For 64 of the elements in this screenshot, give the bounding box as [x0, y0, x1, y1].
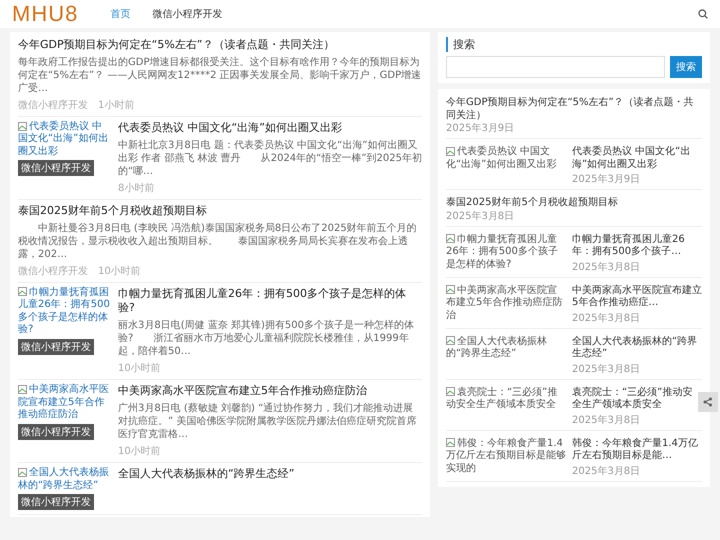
broken-image-icon [18, 287, 27, 296]
article-time: 8小时前 [118, 182, 154, 195]
broken-image-icon [446, 285, 455, 294]
image-alt-text[interactable]: 全国人大代表杨振林的“跨界生态经” [18, 467, 110, 492]
broken-image-icon [446, 234, 455, 244]
nav-link[interactable]: 微信小程序开发 [152, 7, 222, 21]
image-alt-text[interactable]: 韩俊：今年粮食产量1.4万亿斤左右预期目标是能够实现的 [446, 438, 566, 478]
post-date: 2025年3月8日 [572, 414, 642, 426]
post-date: 2025年3月9日 [446, 123, 516, 135]
post-title[interactable]: 袁亮院士：“三必须”推动安全生产领域本质安全 [572, 386, 702, 412]
article-time: 10小时前 [118, 362, 161, 376]
widget-heading: 搜索 [446, 37, 702, 52]
article-excerpt: 丽水3月8日电(周健 蓝奈 郑其锋)拥有500多个孩子是一种怎样的体验? 浙江省丽水市万地爱心儿童福利院院长楼雅佳，从1999年起，陪伴着50… [118, 319, 415, 358]
category-badge[interactable]: 微信小程序开发 [18, 424, 94, 440]
image-alt-text[interactable]: 代表委员热议 中国文化“出海”如何出圈又出彩 [18, 120, 110, 158]
article-title[interactable]: 泰国2025财年前5个月税收超预期目标 [18, 204, 422, 219]
post-title[interactable]: 韩俊：今年粮食产量1.4万亿斤左右预期目标是能… [572, 438, 702, 462]
article-title[interactable]: 全国人大代表杨振林的“跨界生态经” [118, 467, 422, 482]
image-alt-text[interactable]: 中美两家高水平医院宣布建立5年合作推动癌症防治 [446, 284, 566, 324]
broken-image-icon [446, 336, 455, 346]
post-date: 2025年3月8日 [572, 262, 642, 274]
category-badge[interactable]: 微信小程序开发 [18, 160, 94, 176]
broken-image-icon [446, 146, 455, 156]
category-badge[interactable]: 微信小程序开发 [18, 338, 94, 355]
article-time: 10小时前 [98, 264, 141, 278]
image-alt-text[interactable]: 巾帼力量抚育孤困儿童26年：拥有500多个孩子是怎样的体验? [18, 286, 110, 337]
category-badge[interactable]: 微信小程序开发 [18, 494, 94, 510]
broken-image-icon [18, 122, 27, 131]
image-alt-text[interactable]: 巾帼力量抚育孤困儿童26年：拥有500多个孩子是怎样的体验? [446, 234, 566, 274]
share-icon [703, 397, 713, 407]
search-button[interactable]: 搜索 [670, 56, 702, 78]
image-alt-text[interactable]: 代表委员热议 中国文化“出海”如何出圈又出彩 [446, 146, 566, 186]
post-title[interactable]: 中美两家高水平医院宣布建立5年合作推动癌症… [572, 284, 702, 310]
nav-link[interactable]: 首页 [110, 7, 130, 21]
image-alt-text[interactable]: 全国人大代表杨振林的“跨界生态经” [446, 336, 566, 376]
article-time: 10小时前 [118, 444, 161, 458]
article-title[interactable]: 代表委员热议 中国文化“出海”如何出圈又出彩 [118, 120, 422, 136]
post-title[interactable]: 全国人大代表杨振林的“跨界生态经” [572, 336, 702, 360]
post-date: 2025年3月8日 [572, 364, 642, 376]
article-excerpt: 广州3月8日电 (蔡敏婕 刘馨韵) “通过协作努力，我们才能推动进展对抗癌症。” 美国哈佛医学院附属教学医院丹娜法伯癌症研究院首席医疗官克雷格… [118, 402, 418, 442]
post-date: 2025年3月8日 [446, 210, 516, 222]
share-button[interactable] [698, 392, 718, 412]
article-title[interactable]: 巾帼力量抚育孤困儿童26年：拥有500多个孩子是怎样的体验? [118, 286, 422, 316]
post-title[interactable]: 巾帼力量抚育孤困儿童26年：拥有500多个孩子… [572, 234, 702, 258]
broken-image-icon [446, 438, 455, 448]
post-title[interactable]: 今年GDP预期目标为何定在“5%左右”？（读者点题・共同关注） [446, 97, 702, 122]
post-title[interactable]: 代表委员热议 中国文化“出海”如何出圈又出彩 [572, 146, 702, 171]
post-date: 2025年3月8日 [572, 466, 642, 478]
post-date: 2025年3月8日 [572, 312, 642, 324]
broken-image-icon [18, 384, 27, 394]
image-alt-text[interactable]: 中美两家高水平医院宣布建立5年合作推动癌症防治 [18, 384, 110, 422]
post-title[interactable]: 泰国2025财年前5个月税收超预期目标 [446, 197, 702, 210]
article-time: 1小时前 [98, 98, 134, 112]
broken-image-icon [446, 387, 455, 396]
image-alt-text[interactable]: 袁亮院士：“三必须”推动安全生产领域本质安全 [446, 386, 566, 426]
broken-image-icon [18, 468, 27, 477]
article-excerpt: 中新社北京3月8日电 题：代表委员热议 中国文化“出海”如何出圈又出彩 作者 邵燕飞 林波 曹丹 从2024年的“悟空一棒”到2025年初的“哪… [118, 138, 422, 178]
search-icon[interactable] [698, 9, 708, 19]
search-field[interactable] [446, 56, 665, 78]
article-excerpt: 每年政府工作报告提出的GDP增速目标都很受关注。这个目标有啥作用？今年的预期目标为何定在“5%左右”？ ——人民网网友12****2 正因事关发展全局、影响千家万户，GDP增速广受… [18, 56, 422, 95]
article-excerpt: 中新社曼谷3月8日电 (李映民 冯浩航)泰国国家税务局8日公布了2025财年前五个月的税收情况报告，显示税收收入超出预期目标。 泰国国家税务局局长宾赛在发布会上透露，202… [18, 222, 418, 261]
article-title[interactable]: 今年GDP预期目标为何定在“5%左右”？（读者点题・共同关注） [18, 38, 422, 53]
post-date: 2025年3月9日 [572, 174, 642, 186]
article-title[interactable]: 中美两家高水平医院宣布建立5年合作推动癌症防治 [118, 384, 422, 400]
